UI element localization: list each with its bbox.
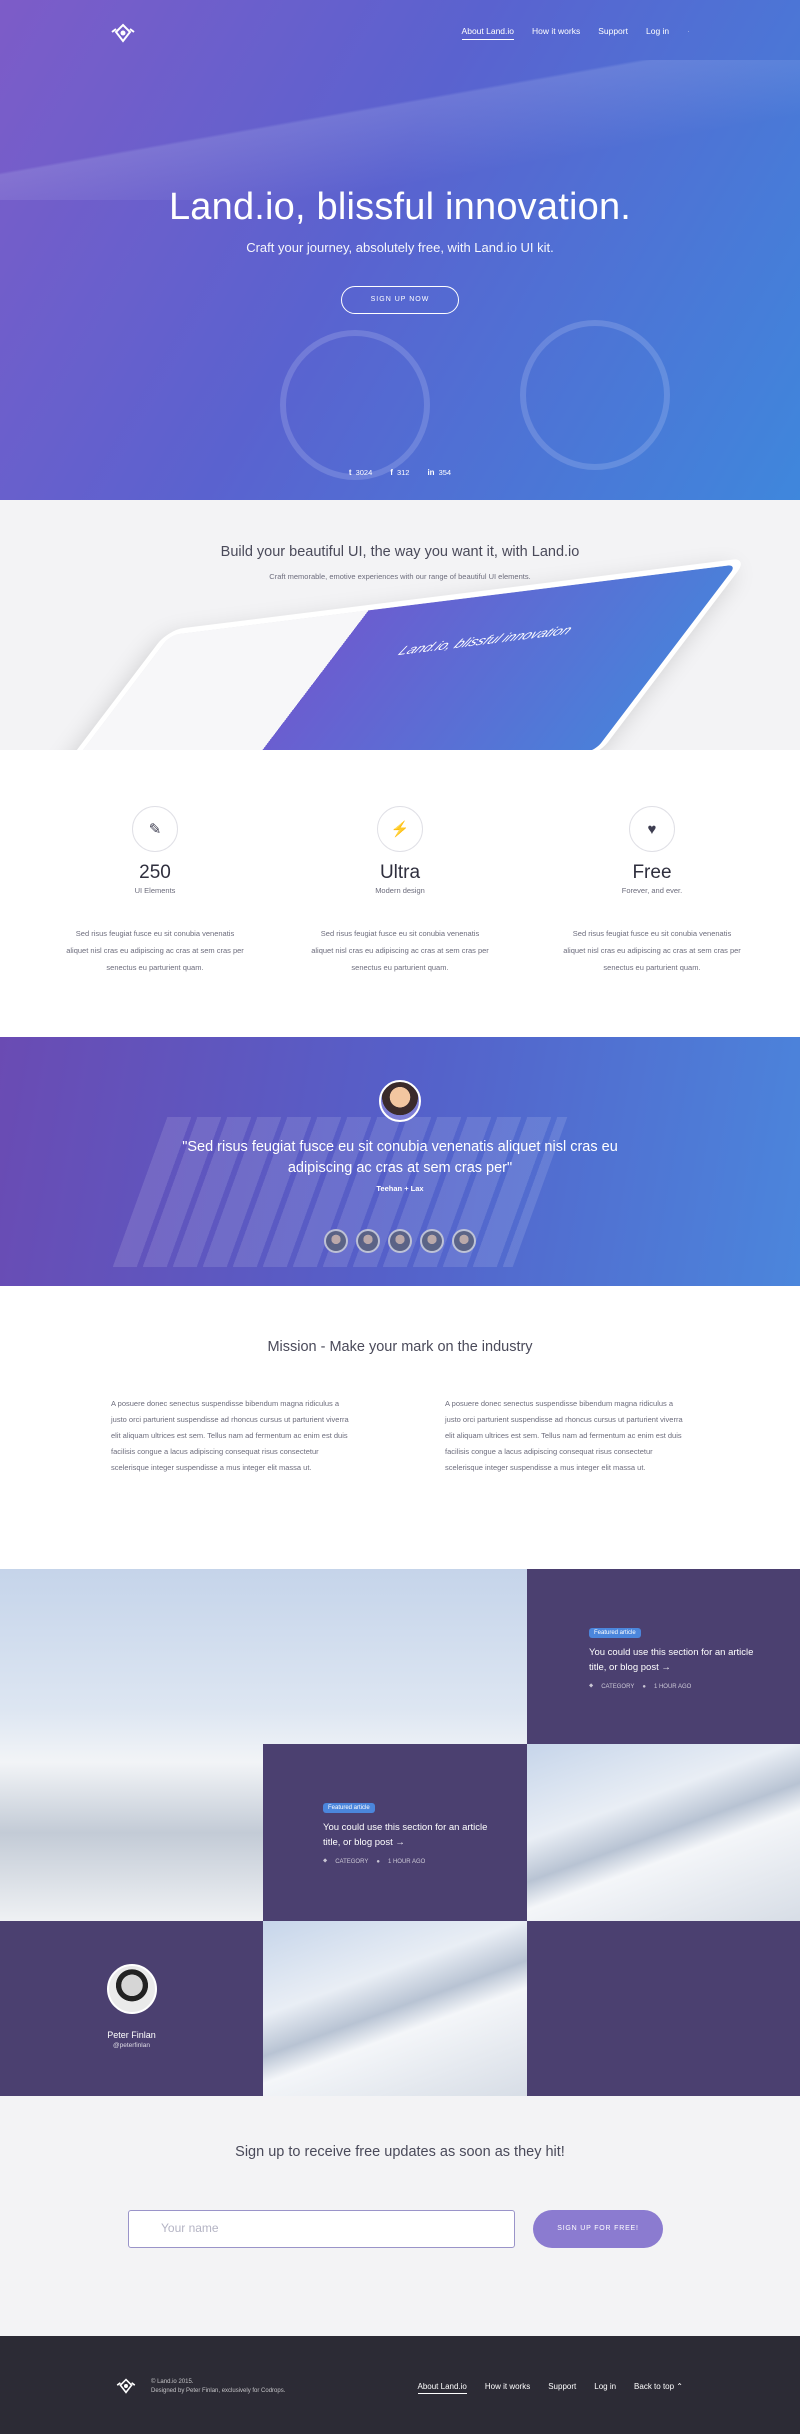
heart-icon: ♥: [629, 806, 675, 852]
mission-section: Mission - Make your mark on the industry…: [0, 1286, 800, 1569]
author-handle[interactable]: @peterfinlan: [0, 2042, 263, 2049]
feature-number: Free: [632, 862, 672, 883]
showcase-title: Build your beautiful UI, the way you wan…: [220, 544, 580, 560]
page: About Land.io How it works Support Log i…: [0, 0, 800, 2434]
feature-ui-elements: ✎ 250 UI Elements Sed risus feugiat fusc…: [65, 806, 245, 976]
nav-more-dot[interactable]: ·: [687, 26, 690, 40]
hero-section: About Land.io How it works Support Log i…: [0, 0, 800, 500]
avatar-option[interactable]: [452, 1229, 476, 1253]
feature-label: UI Elements: [134, 886, 176, 895]
lightning-icon: ⚡: [377, 806, 423, 852]
feature-free: ♥ Free Forever, and ever. Sed risus feug…: [562, 806, 742, 976]
feature-description: Sed risus feugiat fusce eu sit conubia v…: [563, 929, 741, 972]
copyright: © Land.io 2015. Designed by Peter Finlan…: [151, 2379, 286, 2394]
author-name: Peter Finlan: [107, 2030, 156, 2040]
footer: © Land.io 2015. Designed by Peter Finlan…: [0, 2336, 800, 2434]
author-card: Peter Finlan @peterfinlan: [0, 1921, 263, 2096]
twitter-share[interactable]: t 3024: [349, 468, 372, 477]
feature-description: Sed risus feugiat fusce eu sit conubia v…: [66, 929, 244, 972]
name-input[interactable]: Your name: [128, 2210, 515, 2248]
author-avatar: [107, 1964, 157, 2014]
avatar-option[interactable]: [356, 1229, 380, 1253]
testimonial-quote: "Sed risus feugiat fusce eu sit conubia …: [182, 1139, 618, 1176]
back-to-top-link[interactable]: Back to top ⌃: [634, 2382, 683, 2394]
avatar-option[interactable]: [388, 1229, 412, 1253]
footer-about-link[interactable]: About Land.io: [417, 2382, 467, 2394]
avatar-option[interactable]: [324, 1229, 348, 1253]
testimonial-author: Teehan + Lax: [376, 1184, 424, 1193]
clock-icon: ●: [376, 1858, 380, 1865]
testimonial-avatar-selector: [0, 1229, 800, 1253]
hero-title: Land.io, blissful innovation.: [168, 186, 632, 228]
article-card[interactable]: Featured article You could use this sect…: [527, 1569, 800, 1744]
feature-ultra: ⚡ Ultra Modern design Sed risus feugiat …: [310, 806, 490, 976]
signup-section: Sign up to receive free updates as soon …: [0, 2096, 800, 2336]
nav-login-link[interactable]: Log in: [646, 26, 669, 40]
avatar-option[interactable]: [420, 1229, 444, 1253]
showcase-section: Build your beautiful UI, the way you wan…: [0, 500, 800, 750]
feature-description: Sed risus feugiat fusce eu sit conubia v…: [311, 929, 489, 972]
pen-icon: ✎: [132, 806, 178, 852]
mission-text-right: A posuere donec senectus suspendisse bib…: [445, 1399, 683, 1472]
nav-about-link[interactable]: About Land.io: [461, 26, 515, 40]
social-counts: t 3024 f 312 in 354: [0, 468, 800, 477]
featured-badge: Featured article: [589, 1628, 641, 1638]
feature-label: Forever, and ever.: [621, 886, 683, 895]
feature-number: 250: [139, 862, 171, 883]
mission-text-left: A posuere donec senectus suspendisse bib…: [111, 1399, 349, 1472]
empty-tile: [527, 1921, 800, 2096]
featured-badge: Featured article: [323, 1803, 375, 1813]
testimonial-avatar: [379, 1080, 421, 1122]
facebook-share[interactable]: f 312: [390, 468, 409, 477]
facebook-icon: f: [390, 468, 393, 477]
tag-icon: ⬥: [323, 1858, 328, 1864]
footer-how-it-works-link[interactable]: How it works: [485, 2382, 530, 2394]
nav-how-it-works-link[interactable]: How it works: [532, 26, 580, 40]
mission-title: Mission - Make your mark on the industry: [267, 1339, 533, 1355]
testimonial-section: "Sed risus feugiat fusce eu sit conubia …: [0, 1037, 800, 1286]
article-title[interactable]: You could use this section for an articl…: [589, 1645, 764, 1675]
linkedin-icon: in: [427, 468, 435, 477]
tablet-mockup: Land.io, blissful innovation: [17, 557, 749, 750]
article-time: 1 HOUR AGO: [653, 1683, 692, 1690]
article-title[interactable]: You could use this section for an articl…: [323, 1820, 498, 1850]
linkedin-share[interactable]: in 354: [427, 468, 451, 477]
footer-navigation: About Land.io How it works Support Log i…: [417, 2382, 683, 2394]
clock-icon: ●: [642, 1683, 646, 1690]
signup-now-button[interactable]: SIGN UP NOW: [341, 286, 459, 314]
land-logo-icon[interactable]: [115, 2378, 137, 2394]
article-card[interactable]: Featured article You could use this sect…: [263, 1744, 527, 1921]
top-navigation: About Land.io How it works Support Log i…: [110, 22, 690, 44]
land-logo-icon[interactable]: [110, 23, 136, 43]
features-section: ✎ 250 UI Elements Sed risus feugiat fusc…: [0, 750, 800, 1037]
article-time: 1 HOUR AGO: [387, 1858, 426, 1865]
signup-free-button[interactable]: SIGN UP FOR FREE!: [533, 2210, 663, 2248]
feature-label: Modern design: [375, 886, 425, 895]
snow-photo: [527, 1744, 800, 1921]
footer-login-link[interactable]: Log in: [594, 2382, 616, 2394]
footer-support-link[interactable]: Support: [548, 2382, 576, 2394]
feature-number: Ultra: [379, 862, 421, 883]
twitter-icon: t: [348, 468, 352, 477]
tag-icon: ⬥: [589, 1683, 594, 1689]
article-category[interactable]: CATEGORY: [335, 1859, 368, 1865]
nav-support-link[interactable]: Support: [598, 26, 628, 40]
hero-subtitle: Craft your journey, absolutely free, wit…: [246, 240, 554, 255]
article-category[interactable]: CATEGORY: [601, 1684, 634, 1690]
signup-title: Sign up to receive free updates as soon …: [235, 2144, 565, 2160]
snow-photo: [263, 1921, 527, 2096]
blog-grid: Featured article You could use this sect…: [0, 1569, 800, 2096]
